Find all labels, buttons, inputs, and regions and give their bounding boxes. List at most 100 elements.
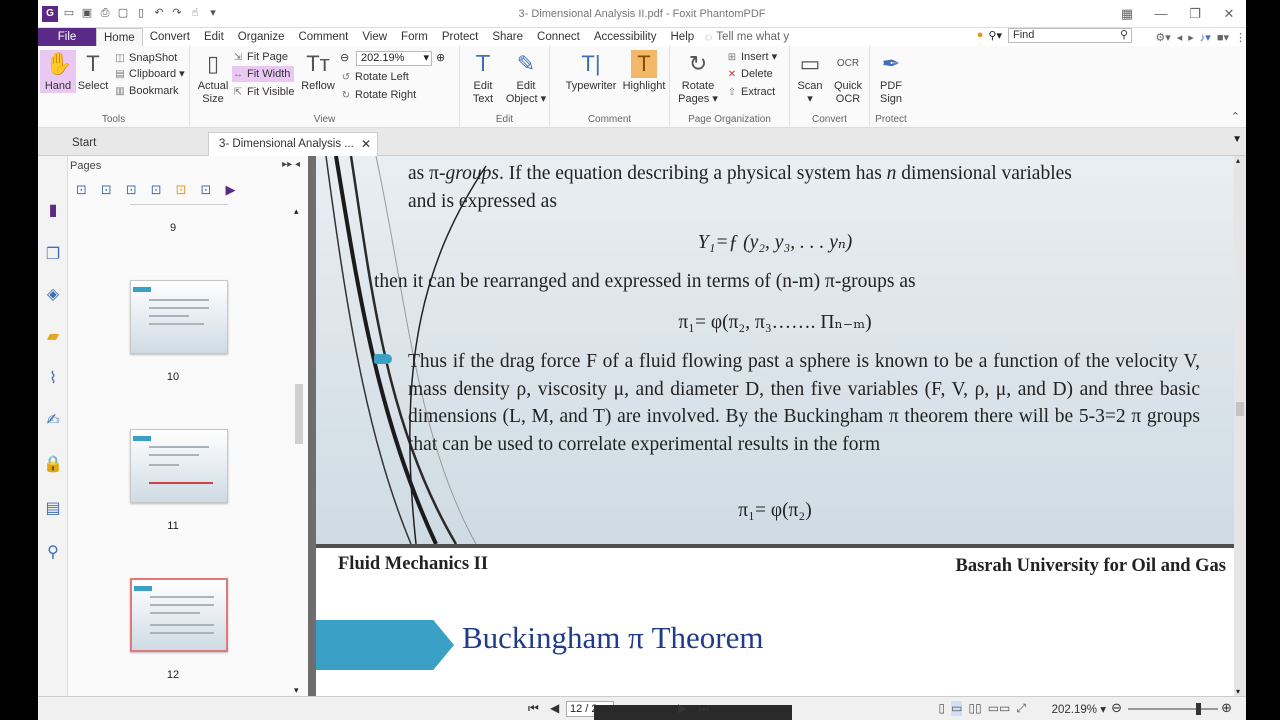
page-tool-7-icon[interactable]: ▶ — [225, 182, 235, 198]
expand-panel-icon[interactable]: ▸▸ — [282, 159, 292, 170]
restore-button[interactable]: ❐ — [1178, 0, 1212, 28]
fit-page-button[interactable]: ⇲ Fit Page — [232, 49, 288, 65]
next-page-icon[interactable]: ▶ — [678, 701, 687, 715]
tab-view[interactable]: View — [355, 28, 394, 46]
edit-text-button[interactable]: Ｔ Edit Text — [464, 50, 502, 106]
smile-icon[interactable]: ● — [977, 29, 984, 42]
snapshot-button[interactable]: ◫ SnapShot — [114, 50, 177, 66]
minimize-button[interactable]: — — [1144, 0, 1178, 28]
single-page-icon[interactable]: ▯ — [939, 701, 946, 716]
page-tool-5-icon[interactable]: ⊡ — [176, 182, 187, 198]
tab-convert[interactable]: Convert — [143, 28, 197, 46]
page-tool-6-icon[interactable]: ⊡ — [201, 182, 212, 198]
bell-icon[interactable]: ♪▾ — [1200, 31, 1211, 44]
content-panel-icon[interactable]: ▤ — [42, 498, 64, 520]
bookmarks-panel-icon[interactable]: ▮ — [42, 200, 64, 222]
zoom-slider-knob[interactable] — [1196, 703, 1201, 715]
tab-file[interactable]: File — [38, 28, 96, 46]
facing-icon[interactable]: ▯▯ — [968, 701, 981, 716]
attachments-panel-icon[interactable]: ⌇ — [42, 368, 64, 390]
page-tool-4-icon[interactable]: ⊡ — [151, 182, 162, 198]
more-icon[interactable]: ⋮ — [1235, 31, 1246, 44]
tab-organize[interactable]: Organize — [231, 28, 292, 46]
hand-button[interactable]: ✋ Hand — [40, 50, 76, 93]
search-options-icon[interactable]: ⚲▾ — [988, 29, 1002, 42]
quick-ocr-button[interactable]: OCR Quick OCR — [828, 50, 868, 106]
extract-button[interactable]: ⇧ Extract — [726, 84, 775, 100]
tab-edit[interactable]: Edit — [197, 28, 231, 46]
page-tool-1-icon[interactable]: ⊡ — [76, 182, 87, 198]
tab-connect[interactable]: Connect — [530, 28, 587, 46]
clipboard-button[interactable]: ▤ Clipboard ▾ — [114, 66, 184, 82]
highlight-button[interactable]: T Highlight — [620, 50, 668, 93]
fullscreen-icon[interactable]: ⤢ — [1016, 701, 1026, 716]
scroll-up-icon[interactable]: ▴ — [1236, 156, 1240, 165]
rotate-left-button[interactable]: ↺ Rotate Left — [340, 69, 409, 85]
find-input[interactable]: Find ⚲ — [1008, 28, 1132, 43]
tab-home[interactable]: Home — [96, 28, 143, 46]
page-tool-3-icon[interactable]: ⊡ — [126, 182, 137, 198]
zoom-out-icon[interactable]: ⊖ — [340, 50, 349, 66]
pages-panel-icon[interactable]: ❐ — [42, 244, 64, 266]
page-thumbnail-11[interactable] — [130, 429, 228, 503]
tab-share[interactable]: Share — [485, 28, 530, 46]
search-panel-icon[interactable]: ⚲ — [42, 542, 64, 564]
tab-form[interactable]: Form — [394, 28, 435, 46]
zoom-slider[interactable] — [1128, 703, 1218, 715]
last-page-icon[interactable]: ⏭ — [698, 701, 709, 716]
page-thumbnail-9[interactable] — [130, 202, 228, 205]
select-button[interactable]: T Select — [76, 50, 110, 93]
document-scrollbar[interactable]: ▴ ▾ — [1234, 156, 1246, 696]
pages-scroll-thumb[interactable] — [295, 384, 303, 444]
back-icon[interactable]: ◂ — [1177, 31, 1183, 44]
layers-panel-icon[interactable]: ◈ — [42, 284, 64, 306]
rotate-right-button[interactable]: ↻ Rotate Right — [340, 87, 416, 103]
comments-panel-icon[interactable]: ▰ — [42, 326, 64, 348]
pdf-sign-button[interactable]: ✒ PDF Sign — [872, 50, 910, 106]
close-tab-icon[interactable]: ✕ — [361, 133, 371, 155]
zoom-in-icon[interactable]: ⊕ — [436, 50, 445, 66]
gear-icon[interactable]: ⚙▾ — [1155, 31, 1170, 44]
forward-icon[interactable]: ▸ — [1188, 31, 1194, 44]
signatures-panel-icon[interactable]: ✍ — [42, 410, 64, 432]
first-page-icon[interactable]: ⏮ — [528, 701, 539, 716]
page-thumbnail-10[interactable] — [130, 280, 228, 354]
continuous-facing-icon[interactable]: ▭▭ — [988, 701, 1011, 716]
pages-scrollbar[interactable]: ▴ ▾ — [294, 206, 304, 696]
tab-help[interactable]: Help — [664, 28, 702, 46]
page-tool-2-icon[interactable]: ⊡ — [101, 182, 112, 198]
tab-accessibility[interactable]: Accessibility — [587, 28, 664, 46]
rotate-pages-button[interactable]: ↻ Rotate Pages ▾ — [676, 50, 720, 106]
collapse-panel-icon[interactable]: ◂ — [295, 159, 300, 170]
zoom-level[interactable]: 202.19% ▾ — [1052, 702, 1106, 716]
close-button[interactable]: ✕ — [1212, 0, 1246, 28]
search-icon[interactable]: ⚲ — [1120, 29, 1128, 42]
fit-visible-button[interactable]: ⇱ Fit Visible — [232, 84, 295, 100]
user-icon[interactable]: ■▾ — [1217, 31, 1229, 44]
tab-comment[interactable]: Comment — [291, 28, 355, 46]
scroll-up-icon[interactable]: ▴ — [294, 206, 299, 217]
actual-size-button[interactable]: ▯ Actual Size — [194, 50, 232, 106]
tell-me-input[interactable]: Tell me what y — [716, 31, 789, 43]
panel-splitter[interactable] — [308, 156, 316, 696]
continuous-icon[interactable]: ▭ — [951, 701, 963, 716]
scroll-down-icon[interactable]: ▾ — [294, 685, 299, 696]
edit-object-button[interactable]: ✎ Edit Object ▾ — [504, 50, 548, 106]
bookmark-button[interactable]: ▥ Bookmark — [114, 83, 178, 99]
lock-icon[interactable]: 🔒 — [42, 454, 64, 476]
scan-button[interactable]: ▭ Scan ▾ — [792, 50, 828, 106]
ribbon-display-icon[interactable]: ▦ — [1110, 0, 1144, 28]
tab-protect[interactable]: Protect — [435, 28, 485, 46]
tab-start[interactable]: Start — [62, 132, 202, 156]
reflow-button[interactable]: Tт Reflow — [300, 50, 336, 93]
collapse-ribbon-icon[interactable]: ⌃ — [1231, 110, 1240, 123]
typewriter-button[interactable]: T| Typewriter — [562, 50, 620, 93]
tabs-dropdown-icon[interactable]: ▼ — [1232, 134, 1242, 145]
delete-button[interactable]: ✕ Delete — [726, 66, 773, 82]
fit-width-button[interactable]: ↔ Fit Width — [232, 66, 295, 82]
zoom-select[interactable]: 202.19% ▾ — [356, 51, 432, 66]
document-scroll-thumb[interactable] — [1236, 402, 1244, 416]
tab-document[interactable]: 3- Dimensional Analysis ... ✕ — [208, 132, 378, 156]
document-view[interactable]: as π-groups. If the equation describing … — [316, 156, 1246, 696]
page-thumbnail-12[interactable] — [130, 578, 228, 652]
